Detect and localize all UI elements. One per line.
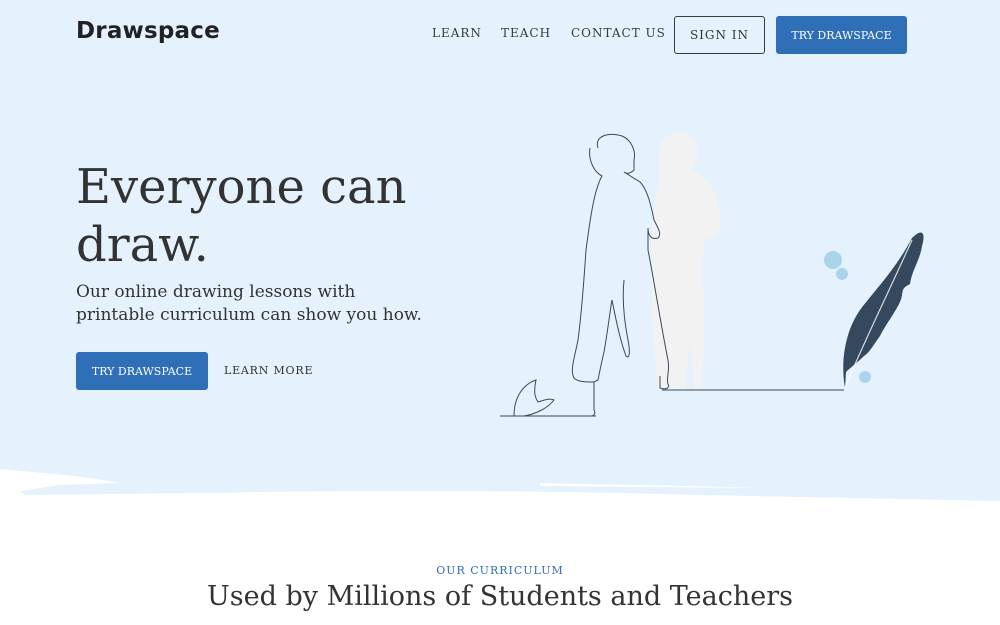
- bubble-decoration: [824, 251, 842, 269]
- leaf-icon: [513, 379, 555, 417]
- nav-contact-us[interactable]: CONTACT US: [571, 26, 666, 40]
- hero-headline: Everyone can draw.: [76, 159, 407, 273]
- learn-more-link[interactable]: LEARN MORE: [224, 364, 313, 377]
- brush-stroke-divider: [0, 469, 1000, 525]
- nav-learn[interactable]: LEARN: [432, 26, 482, 40]
- nav-teach[interactable]: TEACH: [501, 26, 551, 40]
- shadow-figure: [651, 132, 721, 391]
- hero-subhead: Our online drawing lessons with printabl…: [76, 282, 422, 325]
- brand-logo[interactable]: Drawspace: [76, 18, 220, 44]
- section-title: Used by Millions of Students and Teacher…: [207, 581, 793, 612]
- hero-try-drawspace-button[interactable]: TRY DRAWSPACE: [76, 352, 208, 390]
- nav-try-drawspace-button[interactable]: TRY DRAWSPACE: [776, 16, 907, 54]
- sign-in-button[interactable]: SIGN IN: [674, 16, 765, 54]
- woman-drawing-with-quill-icon: [500, 132, 924, 417]
- section-eyebrow: OUR CURRICULUM: [436, 564, 564, 577]
